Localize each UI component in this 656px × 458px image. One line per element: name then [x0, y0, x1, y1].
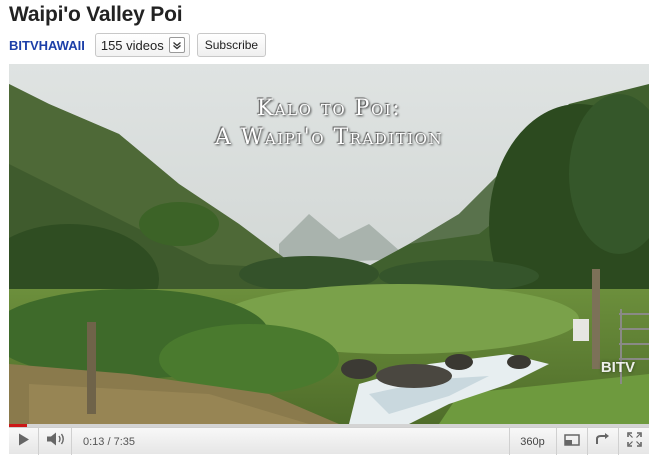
play-icon [18, 433, 30, 451]
volume-button[interactable] [40, 428, 72, 455]
volume-icon [46, 432, 66, 451]
fullscreen-icon [626, 431, 642, 452]
subscribe-button[interactable]: Subscribe [196, 33, 267, 57]
small-player-button[interactable] [556, 428, 586, 455]
channel-name-link[interactable]: BITVHAWAII [9, 38, 85, 53]
video-overlay-title-line2: A Waipi'o Tradition [214, 125, 444, 150]
channel-row: BITVHAWAII 155 videos Subscribe [9, 33, 267, 57]
player-controls: 0:13 / 7:35 360p [9, 427, 649, 455]
video-title: Waipi'o Valley Poi [9, 3, 183, 26]
small-player-icon [563, 433, 580, 451]
time-display: 0:13 / 7:35 [83, 435, 135, 448]
fullscreen-button[interactable] [618, 428, 649, 455]
popout-icon [595, 432, 611, 451]
bitv-watermark: BITV [600, 359, 635, 376]
video-player: Kalo to Poi: A Waipi'o Tradition BITV 0:… [9, 64, 649, 455]
channel-videos-dropdown[interactable]: 155 videos [94, 33, 190, 57]
popout-button[interactable] [587, 428, 617, 455]
video-frame[interactable]: Kalo to Poi: A Waipi'o Tradition BITV [9, 64, 649, 424]
quality-button[interactable]: 360p [509, 428, 555, 455]
play-button[interactable] [9, 428, 39, 455]
videos-count-label: 155 videos [100, 37, 164, 53]
chevron-down-icon [168, 37, 185, 53]
video-overlay-title-line1: Kalo to Poi: [256, 96, 402, 121]
